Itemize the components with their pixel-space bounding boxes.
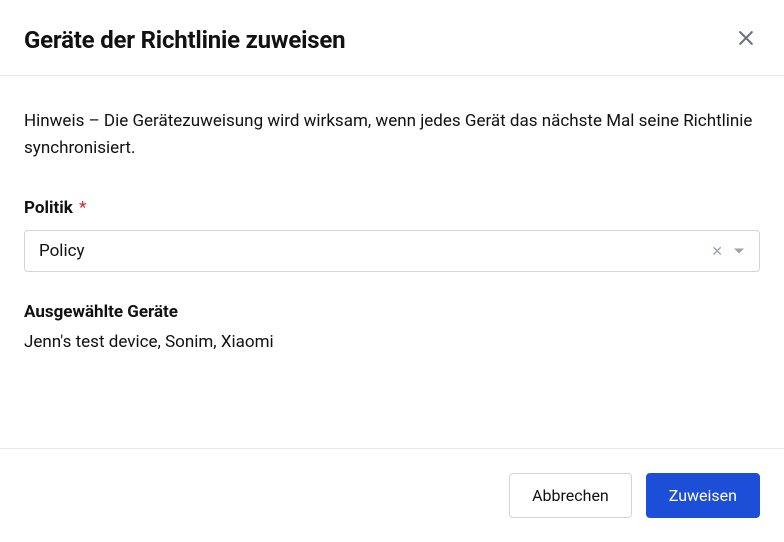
policy-select[interactable]: Policy ✕ <box>24 230 760 272</box>
selected-devices-list: Jenn's test device, Sonim, Xiaomi <box>24 332 760 352</box>
policy-label: Politik * <box>24 198 760 218</box>
modal-title: Geräte der Richtlinie zuweisen <box>24 26 345 54</box>
chevron-down-icon <box>733 245 745 257</box>
policy-select-value: Policy <box>39 241 711 261</box>
policy-label-text: Politik <box>24 198 73 218</box>
required-indicator: * <box>79 198 86 218</box>
modal-footer: Abbrechen Zuweisen <box>0 448 784 542</box>
assign-button[interactable]: Zuweisen <box>646 473 760 518</box>
selected-devices-label: Ausgewählte Geräte <box>24 302 760 322</box>
modal-header: Geräte der Richtlinie zuweisen <box>0 0 784 76</box>
close-icon <box>736 28 756 51</box>
close-button[interactable] <box>732 24 760 55</box>
cancel-button[interactable]: Abbrechen <box>509 473 632 518</box>
clear-icon[interactable]: ✕ <box>711 243 723 260</box>
hint-text: Hinweis – Die Gerätezuweisung wird wirks… <box>24 108 760 162</box>
modal-body: Hinweis – Die Gerätezuweisung wird wirks… <box>0 76 784 448</box>
assign-devices-modal: Geräte der Richtlinie zuweisen Hinweis –… <box>0 0 784 542</box>
